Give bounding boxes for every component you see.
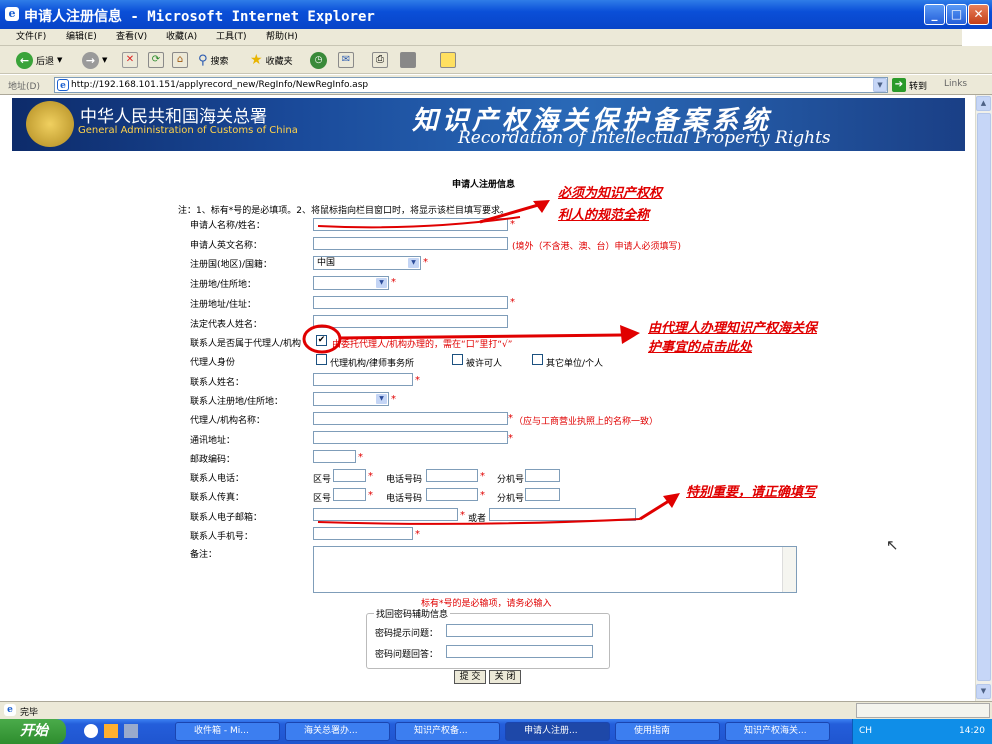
annotation-arrowhead [663, 493, 680, 508]
forward-arrow-icon: → [82, 51, 99, 69]
page-content: 中华人民共和国海关总署 General Administration of Cu… [0, 95, 975, 701]
note-icon[interactable] [440, 52, 456, 68]
address-input[interactable]: e http://192.168.101.151/applyrecord_new… [54, 77, 888, 93]
system-tray: CH 14:20 [852, 719, 992, 744]
taskbar: 开始 收件箱 - Mi... 海关总署办... 知识产权备... 申请人注册..… [0, 719, 992, 744]
mouse-cursor-icon: ↖ [886, 536, 899, 554]
edit-icon[interactable] [400, 52, 416, 68]
quicklaunch-desktop-icon[interactable] [124, 724, 138, 738]
toolbar: ← 后退 ▼ → ▼ ✕ ⟳ ⌂ ⚲ 搜索 ★ 收藏夹 ◷ ✉ ⎙ [0, 46, 992, 74]
window-title: 申请人注册信息 - Microsoft Internet Explorer [24, 9, 375, 25]
task-guide[interactable]: 使用指南 [615, 722, 720, 741]
annotation-text-1: 必须为知识产权权 [558, 186, 663, 201]
annotation-text-3: 特别重要，请正确填写 [686, 485, 817, 500]
menu-tools[interactable]: 工具(T) [216, 29, 247, 46]
annotation-arrow [339, 333, 623, 340]
annotation-underline [317, 518, 641, 525]
search-icon: ⚲ [198, 52, 208, 68]
menu-view[interactable]: 查看(V) [116, 29, 147, 46]
back-button[interactable]: ← 后退 ▼ [16, 51, 62, 69]
windows-logo-icon [962, 29, 992, 46]
address-label: 地址(D) [8, 82, 40, 92]
refresh-icon[interactable]: ⟳ [148, 52, 164, 68]
quicklaunch-ie-icon[interactable] [84, 724, 98, 738]
mail-icon[interactable]: ✉ [338, 52, 354, 68]
ie-icon: e [5, 7, 19, 21]
back-arrow-icon: ← [16, 51, 33, 69]
menu-bar: 文件(F) 编辑(E) 查看(V) 收藏(A) 工具(T) 帮助(H) [0, 29, 992, 46]
annotation-text-2: 由代理人办理知识产权海关保 [648, 321, 818, 336]
task-inbox[interactable]: 收件箱 - Mi... [175, 722, 280, 741]
page-done-icon: e [4, 704, 16, 716]
annotation-arrow [479, 201, 546, 224]
task-applicant-reg[interactable]: 申请人注册... [505, 722, 610, 741]
clock[interactable]: 14:20 [959, 726, 985, 736]
menu-favorites[interactable]: 收藏(A) [166, 29, 197, 46]
maximize-button[interactable]: □ [946, 4, 967, 25]
star-icon: ★ [250, 52, 263, 68]
start-button[interactable]: 开始 [0, 719, 66, 744]
scroll-up-icon[interactable]: ▲ [976, 96, 991, 111]
annotation-arrow [639, 497, 673, 521]
quicklaunch-folder-icon[interactable] [104, 724, 118, 738]
status-bar: e 完毕 [0, 701, 992, 719]
status-text: 完毕 [20, 708, 39, 718]
minimize-button[interactable]: _ [924, 4, 945, 25]
address-dropdown-icon[interactable]: ▼ [873, 78, 887, 92]
menu-help[interactable]: 帮助(H) [266, 29, 298, 46]
annotation-circle [302, 324, 342, 354]
stop-icon[interactable]: ✕ [122, 52, 138, 68]
print-icon[interactable]: ⎙ [372, 52, 388, 68]
ime-toolbar[interactable] [856, 703, 990, 718]
scroll-thumb[interactable] [977, 113, 991, 681]
go-arrow-icon: ➔ [892, 78, 906, 92]
page-icon: e [57, 79, 69, 91]
close-button[interactable]: ✕ [968, 4, 989, 25]
history-icon[interactable]: ◷ [310, 52, 327, 69]
scroll-down-icon[interactable]: ▼ [976, 684, 991, 699]
task-ip-record[interactable]: 知识产权备... [395, 722, 500, 741]
go-button[interactable]: ➔ 转到 [892, 76, 927, 94]
annotation-overlay [302, 200, 680, 525]
annotation-text-2b: 护事宜的点击此处 [648, 340, 753, 355]
forward-button[interactable]: → ▼ [82, 51, 107, 69]
menu-edit[interactable]: 编辑(E) [66, 29, 97, 46]
annotation-arrowhead [620, 325, 640, 344]
language-indicator[interactable]: CH [859, 726, 872, 736]
task-ip-customs[interactable]: 知识产权海关... [725, 722, 830, 741]
address-bar: 地址(D) e http://192.168.101.151/applyreco… [0, 75, 992, 95]
annotation-text-1b: 利人的规范全称 [558, 208, 650, 223]
page-scrollbar[interactable]: ▲ ▼ [975, 95, 992, 701]
title-bar: e 申请人注册信息 - Microsoft Internet Explorer … [0, 0, 992, 29]
favorites-button[interactable]: ★ 收藏夹 [250, 51, 293, 69]
search-button[interactable]: ⚲ 搜索 [198, 51, 229, 69]
task-customs[interactable]: 海关总署办... [285, 722, 390, 741]
menu-file[interactable]: 文件(F) [16, 29, 46, 46]
links-label[interactable]: Links [944, 79, 967, 89]
home-icon[interactable]: ⌂ [172, 52, 188, 68]
